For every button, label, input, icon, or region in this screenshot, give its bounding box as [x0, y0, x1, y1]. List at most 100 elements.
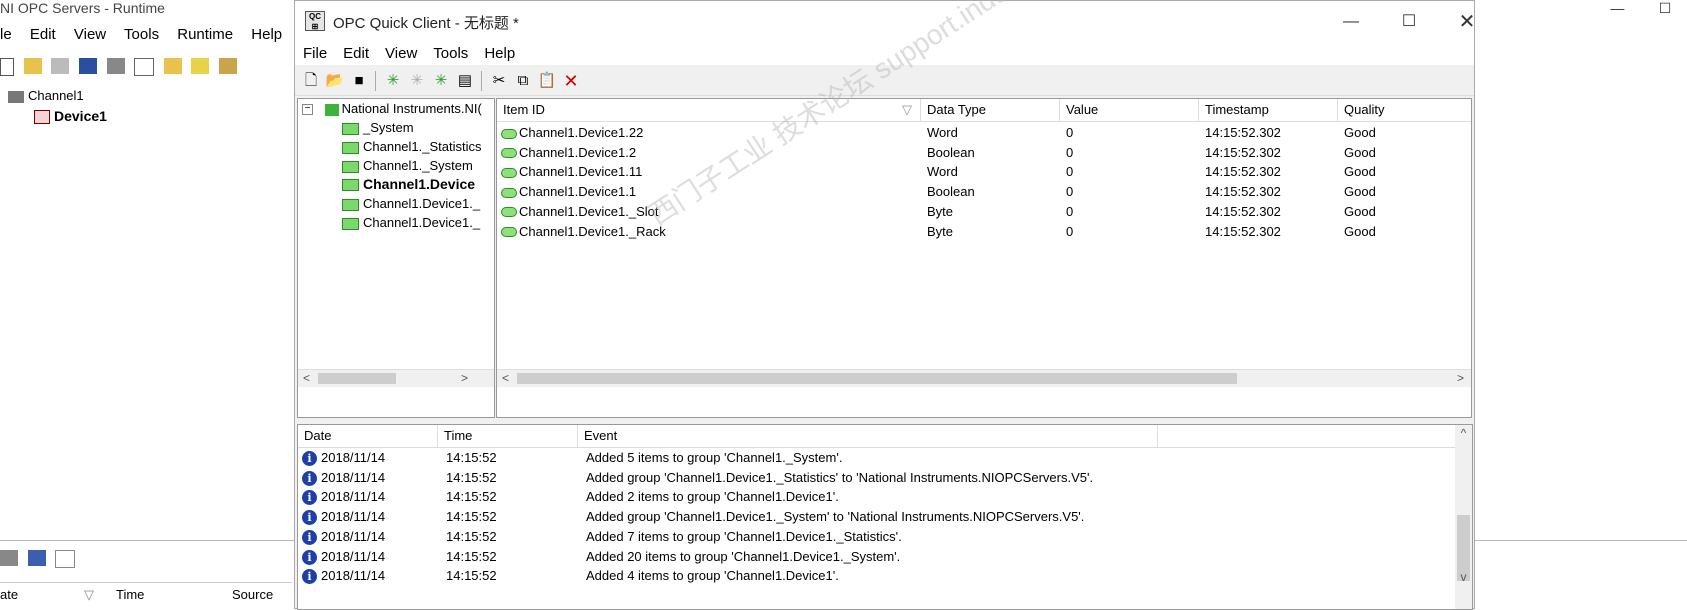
- menu-file[interactable]: le: [0, 26, 12, 43]
- column-date[interactable]: ate: [0, 587, 18, 602]
- maximize-icon[interactable]: ☐: [1643, 0, 1687, 17]
- menu-runtime[interactable]: Runtime: [177, 26, 233, 43]
- menu-view[interactable]: View: [377, 43, 425, 64]
- funnel-icon[interactable]: [55, 550, 76, 568]
- new-server-connection-icon[interactable]: ✳: [383, 71, 403, 91]
- scroll-down-icon[interactable]: v: [1455, 569, 1472, 586]
- menu-help[interactable]: Help: [251, 26, 282, 43]
- column-time[interactable]: Time: [116, 587, 144, 602]
- cell-text: Added 5 items to group 'Channel1._System…: [586, 450, 843, 465]
- new-icon[interactable]: 🗋: [301, 71, 321, 91]
- tree-item-channel1-system[interactable]: Channel1._System: [342, 156, 473, 175]
- column-item-id[interactable]: Item ID ▽: [497, 99, 921, 121]
- new-icon[interactable]: [0, 58, 14, 76]
- tree-item-device1-system[interactable]: Channel1.Device1._: [342, 213, 480, 232]
- menu-tools[interactable]: Tools: [425, 43, 476, 64]
- column-source[interactable]: Source: [232, 587, 273, 602]
- cell-text: 0: [1066, 223, 1074, 239]
- tree-item-channel1-device1[interactable]: Channel1.Device: [342, 175, 475, 194]
- column-date[interactable]: Date: [298, 425, 438, 447]
- folder-icon: [342, 198, 359, 211]
- filter-icon[interactable]: [0, 550, 18, 566]
- data-type-cell: Byte: [927, 201, 953, 222]
- timestamp-cell: 14:15:52.302: [1205, 122, 1281, 143]
- menu-edit[interactable]: Edit: [335, 43, 377, 64]
- minimize-icon[interactable]: —: [1595, 0, 1639, 16]
- open-folder-icon[interactable]: [23, 58, 42, 74]
- list-item[interactable]: i 2018/11/14 14:15:52 Added 4 items to grou…: [298, 565, 1456, 586]
- menu-view[interactable]: View: [74, 26, 106, 43]
- table-row[interactable]: Channel1.Device1.2 Boolean 0 14:15:52.302 Go…: [497, 142, 1471, 163]
- tree-horizontal-scrollbar[interactable]: < >: [298, 369, 494, 387]
- save-as-icon[interactable]: [78, 58, 97, 74]
- list-item[interactable]: i 2018/11/14 14:15:52 Added 5 items to grou…: [298, 447, 1456, 468]
- delete-icon[interactable]: ✕: [561, 71, 581, 91]
- scroll-left-icon[interactable]: <: [497, 370, 514, 387]
- scroll-right-icon[interactable]: >: [1452, 370, 1469, 387]
- tree-item-system[interactable]: _System: [342, 118, 414, 137]
- scroll-thumb[interactable]: [318, 373, 396, 384]
- column-event[interactable]: Event: [578, 425, 1158, 447]
- column-value[interactable]: Value: [1060, 99, 1199, 121]
- list-item[interactable]: i 2018/11/14 14:15:52 Added 2 items to grou…: [298, 486, 1456, 507]
- table-row[interactable]: Channel1.Device1._Rack Byte 0 14:15:52.302 G…: [497, 221, 1471, 242]
- channel-icon[interactable]: [106, 58, 125, 74]
- paste-icon[interactable]: 📋: [537, 71, 557, 91]
- close-icon[interactable]: ✕: [1444, 9, 1490, 35]
- table-row[interactable]: Channel1.Device1.11 Word 0 14:15:52.302 Good: [497, 161, 1471, 182]
- window-title: OPC Quick Client - 无标题 *: [333, 15, 519, 32]
- event-cell: Added group 'Channel1.Device1._Statistic…: [586, 467, 1093, 488]
- minimize-icon[interactable]: —: [1328, 9, 1374, 35]
- new-group-icon[interactable]: ✳: [407, 71, 427, 91]
- diagnostics-icon[interactable]: [27, 550, 46, 566]
- list-item[interactable]: i 2018/11/14 14:15:52 Added 20 items to gro…: [298, 546, 1456, 567]
- cell-text: 14:15:52: [446, 509, 497, 525]
- save-icon[interactable]: ■: [349, 71, 369, 91]
- tree-root-server[interactable]: − National Instruments.NI(: [302, 99, 482, 118]
- save-icon[interactable]: [51, 58, 70, 74]
- tag-group-icon[interactable]: [163, 58, 182, 74]
- event-log-vertical-scrollbar[interactable]: ^ v: [1455, 425, 1472, 609]
- list-item[interactable]: i 2018/11/14 14:15:52 Added 7 items to grou…: [298, 526, 1456, 547]
- tree-item-channel1-statistics[interactable]: Channel1._Statistics: [342, 137, 482, 156]
- data-type-cell: Boolean: [927, 142, 975, 163]
- column-time[interactable]: Time: [438, 425, 578, 447]
- maximize-icon[interactable]: ☐: [1386, 9, 1432, 35]
- tree-item-device1-statistics[interactable]: Channel1.Device1._: [342, 194, 480, 213]
- open-folder-icon[interactable]: 📂: [325, 71, 345, 91]
- scroll-up-icon[interactable]: ^: [1455, 425, 1472, 442]
- column-quality[interactable]: Quality: [1338, 99, 1471, 121]
- table-row[interactable]: Channel1.Device1.22 Word 0 14:15:52.302 Good: [497, 122, 1471, 143]
- list-item[interactable]: i 2018/11/14 14:15:52 Added group 'Channel1…: [298, 467, 1456, 488]
- menu-help[interactable]: Help: [476, 43, 523, 64]
- device-icon[interactable]: [134, 58, 155, 76]
- tag-icon[interactable]: [191, 58, 210, 74]
- column-timestamp[interactable]: Timestamp: [1199, 99, 1338, 121]
- quality-cell: Good: [1344, 201, 1376, 222]
- menu-file[interactable]: File: [295, 43, 335, 64]
- new-item-icon[interactable]: ✳: [431, 71, 451, 91]
- scroll-right-icon[interactable]: >: [456, 370, 473, 387]
- menu-tools[interactable]: Tools: [124, 26, 159, 43]
- scroll-left-icon[interactable]: <: [298, 370, 315, 387]
- title-bar[interactable]: QC ⊞ OPC Quick Client - 无标题 * — ☐ ✕: [295, 1, 1475, 43]
- table-row[interactable]: Channel1.Device1._Slot Byte 0 14:15:52.302 G…: [497, 201, 1471, 222]
- cut-icon[interactable]: ✂: [489, 71, 509, 91]
- tree-item-channel1[interactable]: Channel1: [8, 88, 84, 103]
- time-cell: 14:15:52: [446, 506, 497, 527]
- list-item[interactable]: i 2018/11/14 14:15:52 Added group 'Channel1…: [298, 506, 1456, 527]
- cell-text: 2018/11/14: [321, 469, 386, 485]
- cell-text: 14:15:52: [446, 489, 497, 505]
- items-horizontal-scrollbar[interactable]: < >: [497, 369, 1471, 387]
- tree-item-device1[interactable]: Device1: [34, 108, 107, 125]
- column-data-type[interactable]: Data Type: [921, 99, 1060, 121]
- event-cell: Added 7 items to group 'Channel1.Device1…: [586, 526, 902, 547]
- scroll-thumb[interactable]: [517, 373, 1237, 384]
- copy-icon[interactable]: ⧉: [513, 71, 533, 91]
- info-icon: i: [302, 451, 317, 467]
- menu-edit[interactable]: Edit: [30, 26, 56, 43]
- table-row[interactable]: Channel1.Device1.1 Boolean 0 14:15:52.302 Go…: [497, 181, 1471, 202]
- properties-icon[interactable]: [219, 58, 237, 74]
- properties-icon[interactable]: ▤: [455, 71, 475, 91]
- collapse-icon[interactable]: −: [302, 104, 313, 116]
